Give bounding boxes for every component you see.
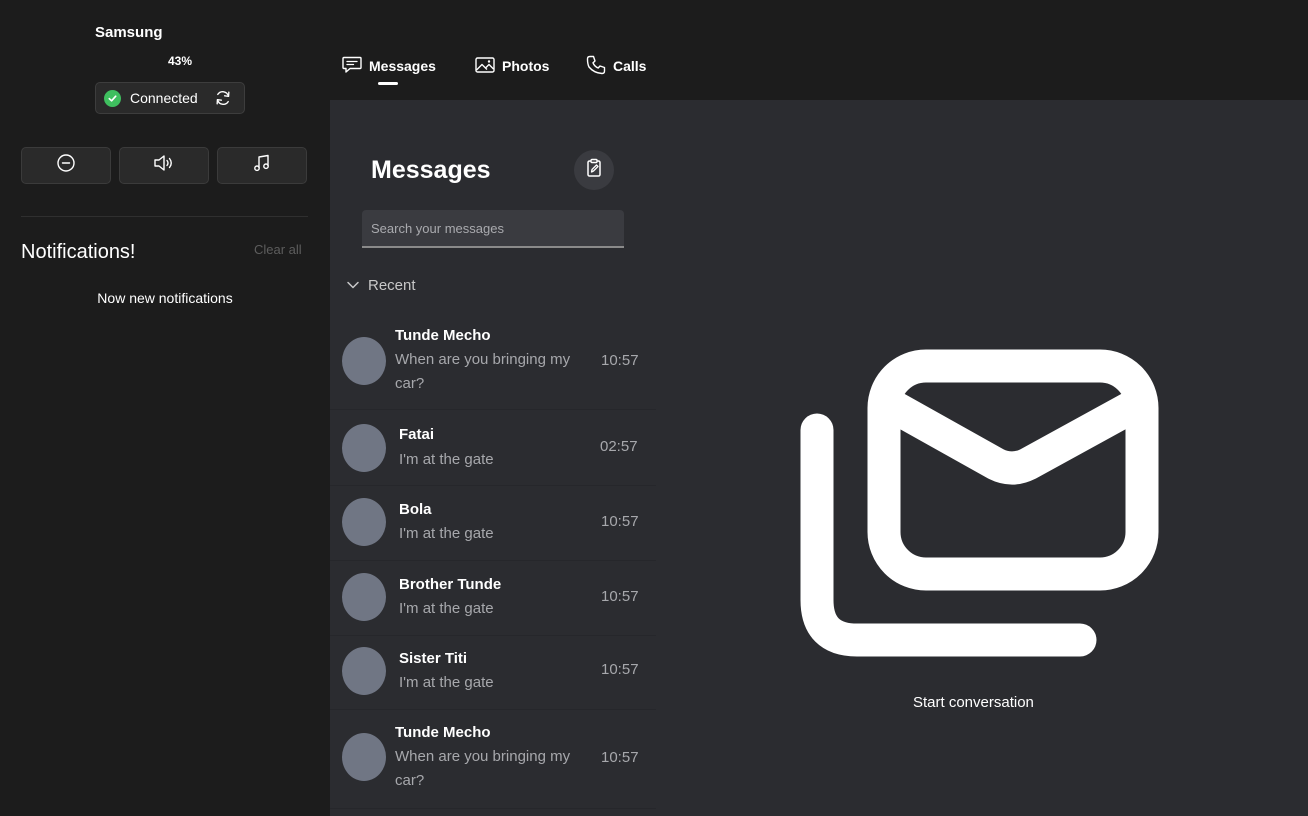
message-preview: I'm at the gate bbox=[399, 525, 494, 542]
tab-messages[interactable]: Messages bbox=[341, 54, 436, 78]
tab-messages-label: Messages bbox=[369, 58, 436, 74]
phone-icon bbox=[585, 54, 613, 79]
conversation-item[interactable]: Tunde Mecho When are you bringing my car… bbox=[330, 711, 656, 809]
start-conversation-label: Start conversation bbox=[913, 694, 1034, 711]
clear-all-button[interactable]: Clear all bbox=[254, 242, 302, 257]
sidebar: Samsung 43% Connected Notifications! Cle… bbox=[0, 0, 330, 816]
message-time: 02:57 bbox=[600, 438, 638, 455]
active-tab-indicator bbox=[378, 82, 398, 85]
message-preview: When are you bringing my car? bbox=[395, 351, 571, 392]
tab-photos[interactable]: Photos bbox=[474, 54, 549, 78]
notifications-empty-text: Now new notifications bbox=[97, 290, 233, 306]
avatar bbox=[342, 733, 386, 781]
recent-label: Recent bbox=[368, 277, 416, 294]
refresh-icon[interactable] bbox=[212, 87, 234, 109]
message-preview: When are you bringing my car? bbox=[395, 748, 571, 789]
speaker-icon bbox=[152, 153, 176, 178]
tab-calls-label: Calls bbox=[613, 58, 647, 74]
message-preview: I'm at the gate bbox=[399, 674, 494, 691]
avatar bbox=[342, 337, 386, 385]
contact-name: Sister Titi bbox=[399, 650, 468, 667]
message-time: 10:57 bbox=[601, 588, 639, 605]
clipboard-pen-icon bbox=[583, 157, 605, 184]
tab-photos-label: Photos bbox=[502, 58, 550, 74]
conversation-item[interactable]: Fatai I'm at the gate 02:57 bbox=[330, 411, 656, 486]
conversation-item[interactable]: Tunde Mecho When are you bringing my car… bbox=[330, 312, 656, 410]
top-tabs: Messages Photos Calls bbox=[330, 0, 1308, 100]
new-message-button[interactable] bbox=[574, 150, 614, 190]
contact-name: Tunde Mecho bbox=[395, 724, 491, 741]
avatar bbox=[342, 424, 386, 472]
conversation-item[interactable]: Bola I'm at the gate 10:57 bbox=[330, 487, 656, 561]
avatar bbox=[342, 647, 386, 695]
sidebar-divider bbox=[21, 216, 308, 217]
check-circle-icon bbox=[104, 89, 121, 107]
message-preview: I'm at the gate bbox=[399, 600, 494, 617]
messages-heading: Messages bbox=[371, 156, 491, 184]
media-button[interactable] bbox=[217, 147, 307, 184]
volume-button[interactable] bbox=[119, 147, 209, 184]
contact-name: Brother Tunde bbox=[399, 576, 502, 593]
avatar bbox=[342, 498, 386, 546]
device-name: Samsung bbox=[95, 24, 163, 41]
recent-section-toggle[interactable]: Recent bbox=[346, 277, 416, 294]
notifications-title: Notifications! bbox=[21, 241, 136, 263]
message-time: 10:57 bbox=[601, 513, 639, 530]
connection-status[interactable]: Connected bbox=[95, 82, 245, 114]
message-time: 10:57 bbox=[601, 749, 639, 766]
main-panel: Messages Recent Tunde Mecho When are you… bbox=[330, 100, 1308, 816]
chat-icon bbox=[341, 55, 369, 78]
avatar bbox=[342, 573, 386, 621]
message-time: 10:57 bbox=[601, 352, 639, 369]
minus-circle-icon bbox=[56, 153, 76, 178]
conversation-item[interactable]: Brother Tunde I'm at the gate 10:57 bbox=[330, 562, 656, 636]
image-icon bbox=[474, 55, 502, 78]
tab-calls[interactable]: Calls bbox=[585, 54, 646, 78]
message-preview: I'm at the gate bbox=[399, 451, 494, 468]
contact-name: Fatai bbox=[399, 426, 435, 443]
phone-link-app: Samsung 43% Connected Notifications! Cle… bbox=[0, 0, 1308, 816]
chevron-down-icon bbox=[346, 277, 368, 294]
battery-level: 43% bbox=[168, 54, 193, 68]
message-list-pane: Messages Recent Tunde Mecho When are you… bbox=[330, 100, 656, 816]
music-note-icon bbox=[252, 153, 272, 178]
contact-name: Tunde Mecho bbox=[395, 327, 491, 344]
do-not-disturb-button[interactable] bbox=[21, 147, 111, 184]
contact-name: Bola bbox=[399, 501, 432, 518]
conversation-item[interactable]: Sister Titi I'm at the gate 10:57 bbox=[330, 637, 656, 710]
message-time: 10:57 bbox=[601, 661, 639, 678]
mail-stack-icon bbox=[800, 348, 1162, 660]
search-input[interactable] bbox=[362, 210, 624, 248]
connection-label: Connected bbox=[130, 90, 198, 106]
